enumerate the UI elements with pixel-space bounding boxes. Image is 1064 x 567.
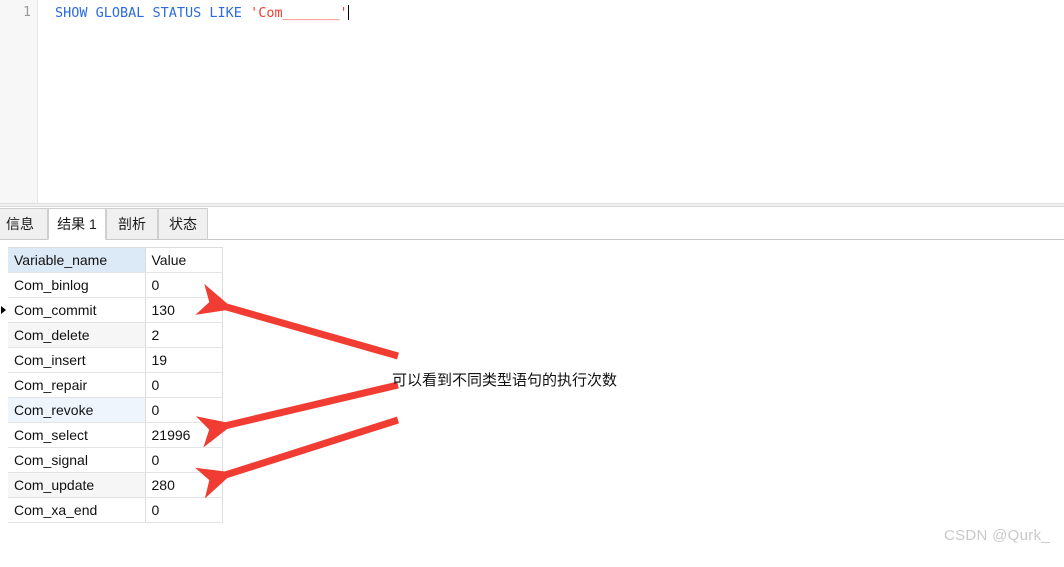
column-header-variable-name[interactable]: Variable_name [8, 247, 146, 273]
tab-profile[interactable]: 剖析 [106, 208, 158, 239]
current-row-triangle-icon [1, 305, 6, 314]
column-header-value[interactable]: Value [145, 247, 223, 273]
line-number-1: 1 [23, 5, 31, 20]
table-body: Com_binlog 0 Com_commit 130 Com_delete 2 Com_i… [0, 272, 223, 523]
table-row[interactable]: Com_insert 19 [0, 347, 223, 373]
cell-variable-name[interactable]: Com_delete [8, 322, 146, 348]
cell-variable-name[interactable]: Com_xa_end [8, 497, 146, 523]
table-row[interactable]: Com_commit 130 [0, 297, 223, 323]
sql-string-literal: 'Com_______' [250, 5, 348, 21]
result-tab-bar: 信息 结果 1 剖析 状态 [0, 207, 1064, 240]
row-marker [0, 422, 8, 448]
table-row[interactable]: Com_revoke 0 [0, 397, 223, 423]
editor-gutter: 1 [0, 0, 38, 203]
table-row[interactable]: Com_signal 0 [0, 447, 223, 473]
csdn-watermark: CSDN @Qurk_ [943, 527, 1050, 544]
cell-value[interactable]: 2 [145, 322, 223, 348]
row-marker [0, 322, 8, 348]
sql-keywords: SHOW GLOBAL STATUS LIKE [55, 5, 251, 21]
sql-statement-line[interactable]: SHOW GLOBAL STATUS LIKE 'Com_______' [55, 4, 349, 22]
table-row[interactable]: Com_binlog 0 [0, 272, 223, 298]
row-marker [0, 447, 8, 473]
cell-variable-name[interactable]: Com_update [8, 472, 146, 498]
cell-variable-name[interactable]: Com_revoke [8, 397, 146, 423]
cell-value[interactable]: 0 [145, 447, 223, 473]
text-caret [347, 5, 349, 20]
sql-editor-pane[interactable]: 1 SHOW GLOBAL STATUS LIKE 'Com_______' [0, 0, 1064, 203]
cell-variable-name[interactable]: Com_repair [8, 372, 146, 398]
cell-variable-name[interactable]: Com_commit [8, 297, 146, 323]
cell-variable-name[interactable]: Com_select [8, 422, 146, 448]
table-header-row: Variable_name Value [0, 247, 223, 273]
status-variables-table[interactable]: Variable_name Value Com_binlog 0 Com_commi… [0, 247, 223, 523]
table-row[interactable]: Com_select 21996 [0, 422, 223, 448]
table-row[interactable]: Com_delete 2 [0, 322, 223, 348]
tab-status[interactable]: 状态 [158, 208, 208, 239]
row-marker [0, 497, 8, 523]
cell-variable-name[interactable]: Com_insert [8, 347, 146, 373]
tab-result-1[interactable]: 结果 1 [48, 208, 106, 240]
row-marker [0, 272, 8, 298]
result-grid[interactable]: Variable_name Value Com_binlog 0 Com_commi… [0, 241, 1064, 562]
cell-value[interactable]: 0 [145, 372, 223, 398]
cell-value[interactable]: 280 [145, 472, 223, 498]
row-marker [0, 347, 8, 373]
table-row[interactable]: Com_xa_end 0 [0, 497, 223, 523]
row-marker [0, 372, 8, 398]
cell-value[interactable]: 0 [145, 272, 223, 298]
cell-value[interactable]: 130 [145, 297, 223, 323]
row-marker [0, 472, 8, 498]
cell-value[interactable]: 19 [145, 347, 223, 373]
cell-value[interactable]: 21996 [145, 422, 223, 448]
cell-value[interactable]: 0 [145, 497, 223, 523]
cell-variable-name[interactable]: Com_signal [8, 447, 146, 473]
cell-variable-name[interactable]: Com_binlog [8, 272, 146, 298]
current-row-marker [0, 297, 8, 323]
table-row[interactable]: Com_repair 0 [0, 372, 223, 398]
cell-value[interactable]: 0 [145, 397, 223, 423]
tab-info[interactable]: 信息 [0, 208, 48, 239]
row-marker-header [0, 247, 8, 273]
row-marker [0, 397, 8, 423]
table-row[interactable]: Com_update 280 [0, 472, 223, 498]
